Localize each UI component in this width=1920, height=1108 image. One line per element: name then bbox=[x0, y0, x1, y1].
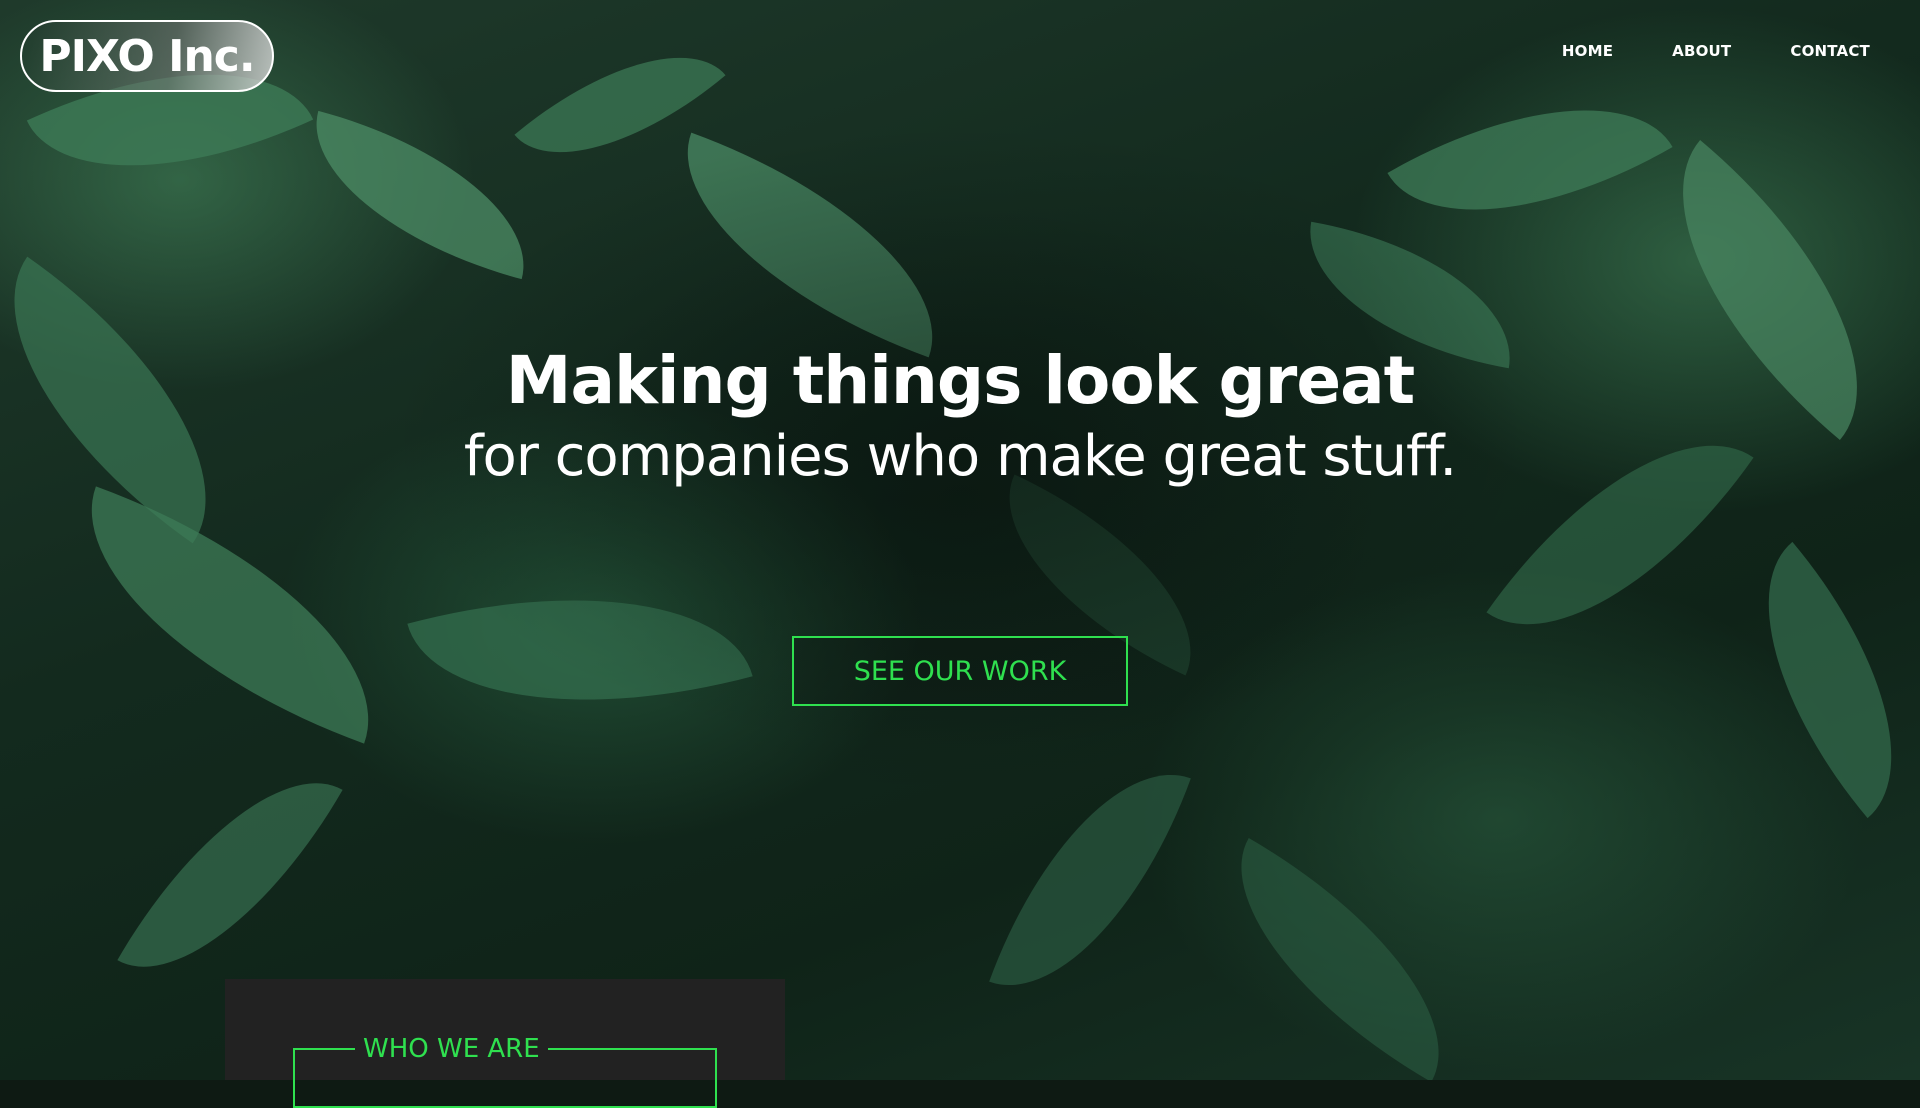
see-our-work-button[interactable]: SEE OUR WORK bbox=[792, 636, 1128, 706]
main-nav: HOME ABOUT CONTACT bbox=[1562, 42, 1870, 60]
who-we-are-title: WHO WE ARE bbox=[355, 1034, 548, 1064]
brand-logo[interactable]: PIXO Inc. bbox=[20, 20, 274, 92]
hero-overlay bbox=[0, 0, 1920, 1080]
nav-home-link[interactable]: HOME bbox=[1562, 42, 1613, 60]
hero-headline: Making things look great bbox=[505, 342, 1415, 419]
nav-about-link[interactable]: ABOUT bbox=[1672, 42, 1731, 60]
hero-subline: for companies who make great stuff. bbox=[463, 424, 1457, 489]
hero-section bbox=[0, 0, 1920, 1080]
nav-contact-link[interactable]: CONTACT bbox=[1790, 42, 1870, 60]
who-we-are-panel: WHO WE ARE bbox=[225, 979, 785, 1108]
logo-text: PIXO Inc. bbox=[39, 30, 255, 82]
